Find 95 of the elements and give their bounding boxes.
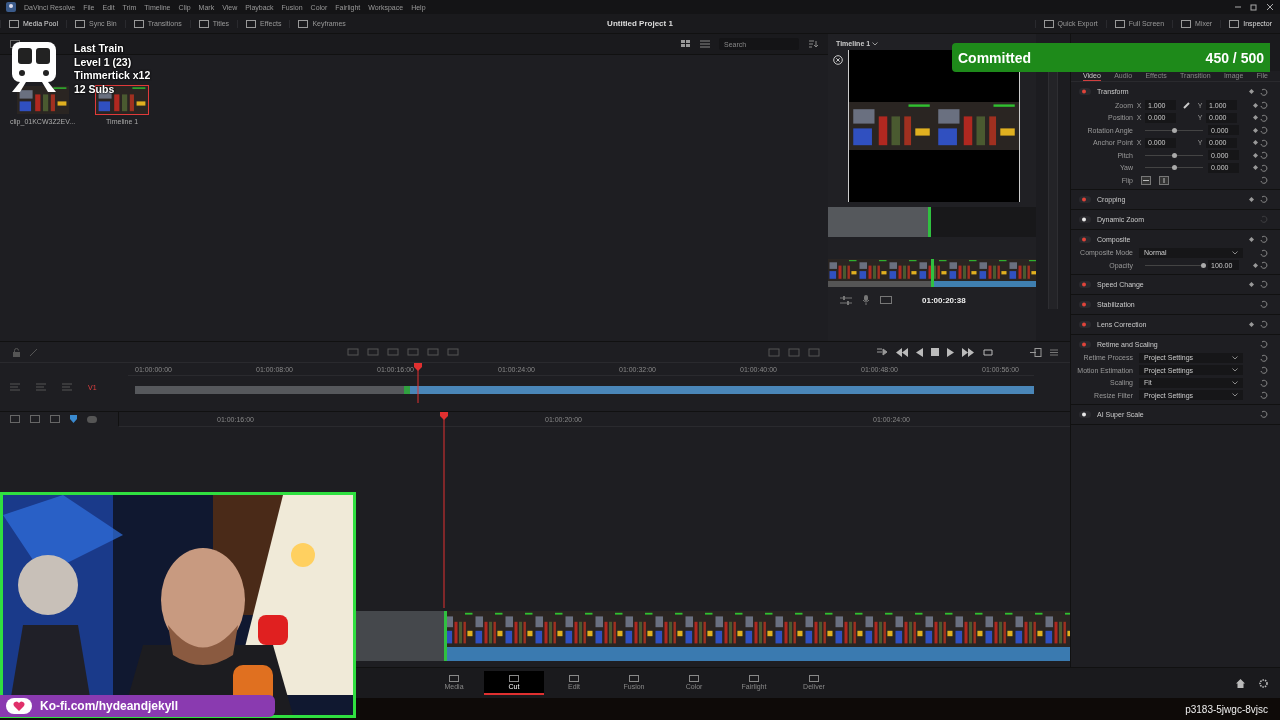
panel-icon — [75, 19, 86, 28]
app-logo-icon — [6, 2, 16, 12]
home-icon[interactable] — [1236, 678, 1245, 688]
page-icon — [749, 674, 759, 682]
page-icon — [509, 674, 519, 682]
panel-icon — [1114, 19, 1125, 28]
caret-icon — [1232, 368, 1238, 373]
caret-icon — [1232, 250, 1238, 255]
toggle-icon[interactable] — [1079, 88, 1091, 95]
slider-thumb[interactable] — [1200, 262, 1206, 268]
toggle-icon[interactable] — [1079, 235, 1091, 243]
page-icon — [689, 674, 699, 682]
panel-icon — [246, 19, 257, 28]
keyframe-icon[interactable] — [1253, 127, 1258, 133]
skip-forward-icon[interactable] — [962, 347, 974, 357]
goal-label: Committed — [958, 49, 1032, 66]
grid-view-icon[interactable] — [681, 40, 691, 48]
toggle-icon[interactable] — [1079, 215, 1091, 223]
toggle-icon[interactable] — [1079, 280, 1091, 288]
playhead[interactable] — [440, 412, 448, 608]
goal-count: 450 / 500 — [1205, 49, 1264, 66]
toggle-icon[interactable] — [87, 415, 97, 423]
panel-icon — [1043, 19, 1054, 28]
toggle-icon[interactable] — [1079, 320, 1091, 328]
slider-thumb[interactable] — [1171, 127, 1177, 133]
project-title: Untitled Project 1 — [607, 19, 673, 28]
menu-icon[interactable] — [1050, 348, 1058, 356]
panel-icon — [1229, 19, 1240, 28]
keyframe-icon[interactable] — [1249, 236, 1254, 242]
keyframe-icon[interactable] — [1253, 262, 1258, 268]
keyframe-icon[interactable] — [1253, 102, 1258, 108]
caret-icon — [1232, 355, 1238, 360]
playhead[interactable] — [414, 363, 422, 403]
output-icon[interactable] — [1030, 347, 1042, 357]
edit-marker — [404, 386, 410, 394]
sort-icon[interactable] — [808, 40, 818, 48]
toggle-icon[interactable] — [1079, 410, 1091, 418]
step-back-icon[interactable] — [916, 347, 923, 357]
settings-icon[interactable] — [1259, 678, 1268, 688]
sliders-icon[interactable] — [840, 295, 852, 305]
page-icon — [449, 674, 459, 682]
slider-thumb[interactable] — [1171, 152, 1177, 158]
caret-icon — [872, 41, 879, 46]
panel-icon — [198, 19, 209, 28]
keyframe-icon[interactable] — [1253, 165, 1258, 171]
caret-icon — [1232, 380, 1238, 385]
monitor-icon[interactable] — [880, 295, 892, 305]
keyframe-icon[interactable] — [1249, 321, 1254, 327]
reset-icon[interactable] — [1260, 410, 1268, 418]
keyframe-icon[interactable] — [1253, 152, 1258, 158]
flip-vertical-icon[interactable] — [1159, 175, 1169, 185]
keyframe-icon[interactable] — [1249, 89, 1254, 94]
timecode: 01:00:20:38 — [922, 295, 966, 305]
panel-icon — [133, 19, 144, 28]
close-icon[interactable] — [1266, 3, 1274, 11]
play-icon[interactable] — [947, 347, 954, 357]
track-tool-icon[interactable] — [10, 383, 20, 391]
track-tool-icon[interactable] — [62, 383, 72, 391]
panel-icon — [1181, 19, 1192, 28]
slider-thumb[interactable] — [1171, 165, 1177, 171]
panel-icon — [9, 19, 19, 28]
flip-horizontal-icon[interactable] — [1141, 175, 1151, 185]
reset-icon[interactable] — [1260, 195, 1268, 203]
page-icon — [809, 674, 819, 682]
edit-marker — [928, 207, 931, 237]
track-tool-icon[interactable] — [36, 383, 46, 391]
stream-info-text: Timmertick x12 — [74, 69, 151, 83]
minimize-icon[interactable] — [1234, 3, 1242, 11]
lock-icon[interactable] — [12, 347, 21, 357]
page-icon — [569, 674, 579, 682]
stream-info-text: Last Train — [74, 42, 125, 56]
caret-icon — [1232, 393, 1238, 398]
list-view-icon[interactable] — [700, 40, 710, 48]
kofi-banner[interactable]: Ko-fi.com/hydeandjekyll — [0, 695, 275, 717]
toggle-icon[interactable] — [1079, 300, 1091, 308]
keyframe-icon[interactable] — [1249, 281, 1254, 287]
shield-icon[interactable] — [70, 415, 77, 423]
toggle-icon[interactable] — [1079, 340, 1091, 348]
keyframe-icon[interactable] — [1253, 115, 1258, 121]
reset-icon[interactable] — [1260, 280, 1268, 288]
close-icon[interactable] — [833, 55, 843, 65]
play-around-icon[interactable] — [876, 347, 888, 357]
loop-icon[interactable] — [982, 347, 994, 357]
page-icon — [629, 674, 639, 682]
stream-code: p3183-5jwgc-8vjsc — [1185, 703, 1268, 715]
panel-icon — [298, 19, 309, 28]
microphone-icon[interactable] — [862, 295, 870, 305]
restore-icon[interactable] — [1250, 3, 1258, 11]
stream-info-text: Level 1 (23) — [74, 55, 133, 69]
keyframe-icon[interactable] — [1253, 140, 1258, 146]
reset-icon[interactable] — [1260, 320, 1268, 328]
keyframe-icon[interactable] — [1249, 196, 1254, 202]
skip-back-icon[interactable] — [896, 347, 908, 357]
reset-icon[interactable] — [1260, 300, 1268, 308]
toggle-icon[interactable] — [1079, 195, 1091, 203]
